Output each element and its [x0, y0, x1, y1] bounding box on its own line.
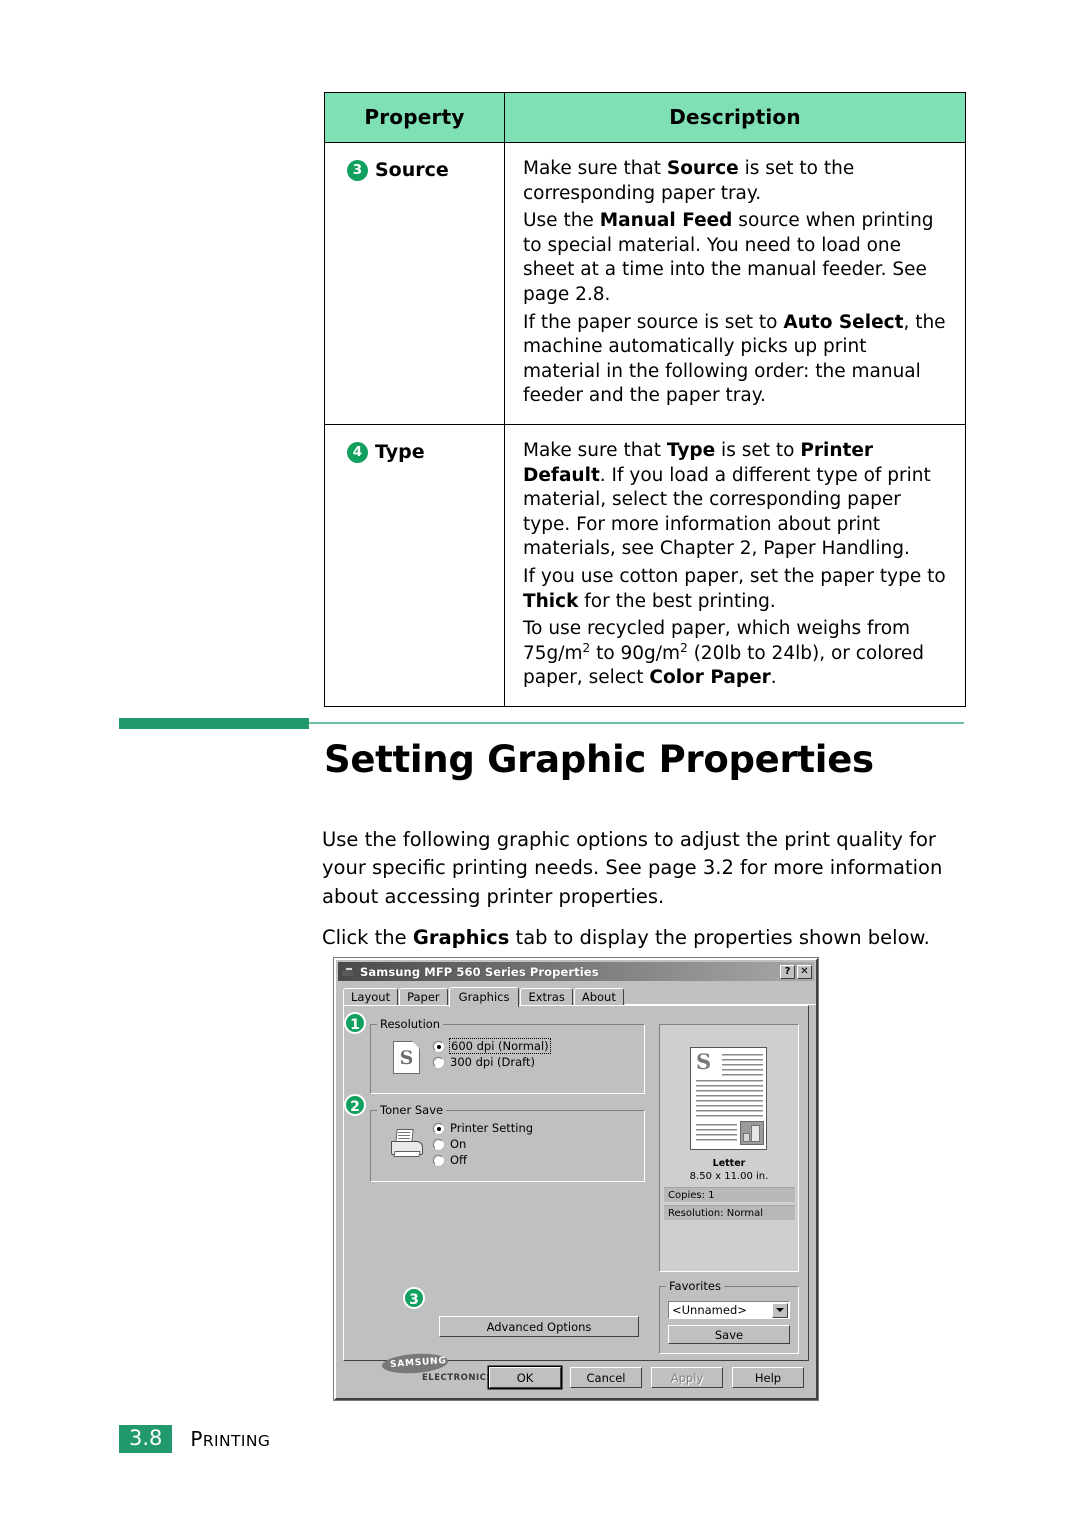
resolution-group: Resolution S 600 dpi (Normal) 300 dpi (Dr…: [370, 1017, 645, 1094]
printer-properties-dialog: Samsung MFP 560 Series Properties ? ✕ La…: [334, 958, 818, 1400]
apply-button: Apply: [651, 1366, 723, 1388]
column-header-description: Description: [504, 92, 966, 143]
radio-button-icon[interactable]: [433, 1138, 444, 1150]
favorites-selected-value: <Unnamed>: [672, 1303, 747, 1317]
dialog-titlebar: Samsung MFP 560 Series Properties ? ✕: [338, 962, 814, 981]
heading-rule: [119, 718, 964, 730]
column-header-property: Property: [324, 92, 505, 143]
page-title: Setting Graphic Properties: [324, 738, 874, 781]
favorites-group-label: Favorites: [666, 1279, 724, 1293]
callout-marker-3: 3: [403, 1287, 425, 1309]
tab-paper[interactable]: Paper: [399, 988, 448, 1005]
page-number: 3.8: [119, 1425, 173, 1453]
tab-graphics[interactable]: Graphics: [448, 987, 520, 1007]
property-cell: 3 Source: [324, 142, 505, 425]
close-icon[interactable]: ✕: [797, 964, 812, 979]
radio-button-icon[interactable]: [433, 1056, 444, 1068]
preview-paper-name: Letter: [712, 1158, 746, 1169]
preview-page: S: [690, 1047, 767, 1150]
table-row: 3 Source Make sure that Source is set to t…: [324, 142, 966, 425]
save-favorite-button[interactable]: Save: [668, 1325, 790, 1344]
favorites-group: Favorites <Unnamed> Save: [659, 1279, 799, 1354]
preview-paper-dimensions: 8.50 x 11.00 in.: [689, 1171, 769, 1182]
description-paragraph: If you use cotton paper, set the paper t…: [523, 565, 946, 612]
tab-strip-filler: [624, 988, 816, 1005]
dialog-title: Samsung MFP 560 Series Properties: [360, 964, 599, 979]
description-cell: Make sure that Type is set to Printer De…: [504, 423, 966, 707]
toner-save-option-label: Printer Setting: [450, 1121, 534, 1135]
help-icon[interactable]: ?: [780, 964, 795, 979]
footer-section-label: PRINTING: [190, 1427, 271, 1451]
description-paragraph: Make sure that Source is set to the corr…: [523, 158, 855, 204]
description-paragraph: If the paper source is set to Auto Selec…: [523, 311, 946, 407]
resolution-option[interactable]: 300 dpi (Draft): [433, 1055, 550, 1069]
heading-rule-thin: [309, 722, 964, 724]
cancel-button[interactable]: Cancel: [570, 1366, 642, 1388]
tab-about[interactable]: About: [573, 988, 624, 1005]
toner-save-option-label: On: [450, 1137, 467, 1151]
radio-button-icon[interactable]: [433, 1154, 444, 1166]
page-footer: 3.8 PRINTING: [119, 1425, 270, 1453]
preview-resolution: Resolution: Normal: [664, 1205, 795, 1220]
description-paragraph: Use the Manual Feed source when printing…: [523, 210, 934, 305]
chevron-down-icon[interactable]: [772, 1302, 788, 1318]
description-paragraph: To use recycled paper, which weighs from…: [523, 618, 925, 689]
description-paragraph: Make sure that Type is set to Printer De…: [523, 439, 931, 560]
tab-layout[interactable]: Layout: [343, 988, 399, 1005]
property-name: Source: [375, 159, 449, 181]
table-body: 3 Source Make sure that Source is set to t…: [324, 142, 966, 707]
radio-button-icon[interactable]: [433, 1122, 444, 1134]
resolution-option[interactable]: 600 dpi (Normal): [433, 1038, 551, 1054]
advanced-options-button[interactable]: Advanced Options: [439, 1316, 639, 1337]
titlebar-buttons: ? ✕: [780, 964, 812, 979]
preview-text-lines-bottom: [696, 1124, 737, 1144]
resolution-group-label: Resolution: [377, 1017, 444, 1031]
help-button[interactable]: Help: [732, 1366, 804, 1388]
resolution-option-label: 300 dpi (Draft): [450, 1055, 536, 1069]
tab-extras[interactable]: Extras: [520, 988, 573, 1005]
print-preview-pane: S Letter 8.50 x 11.00 in. Copies: 1 Reso…: [659, 1024, 799, 1272]
toner-save-option[interactable]: On: [433, 1137, 533, 1151]
property-number-badge: 3: [347, 160, 368, 181]
ok-button[interactable]: OK: [489, 1366, 561, 1388]
dialog-button-bar: OK Cancel Apply Help: [336, 1356, 816, 1398]
heading-rule-thick: [119, 718, 309, 729]
favorites-dropdown[interactable]: <Unnamed>: [668, 1301, 790, 1319]
radio-button-icon[interactable]: [433, 1040, 444, 1052]
toner-save-option[interactable]: Printer Setting: [433, 1121, 533, 1135]
preview-page-letter: S: [696, 1049, 712, 1074]
callout-marker-1: 1: [344, 1012, 366, 1034]
preview-copies: Copies: 1: [664, 1187, 795, 1202]
printer-icon: [341, 966, 356, 978]
property-number-badge: 4: [347, 441, 368, 463]
table-row: 4 Type Make sure that Type is set to Print…: [324, 423, 966, 707]
toner-save-group: Toner Save Printer Setting On Off: [370, 1103, 645, 1182]
description-cell: Make sure that Source is set to the corr…: [504, 142, 966, 425]
toner-save-option-label: Off: [450, 1153, 467, 1167]
callout-marker-2: 2: [344, 1094, 366, 1116]
resolution-options: 600 dpi (Normal) 300 dpi (Draft): [433, 1038, 551, 1071]
intro-paragraph: Use the following graphic options to adj…: [322, 828, 943, 908]
property-description-table: Property Description 3 Source Make sure th…: [324, 92, 966, 707]
toner-save-option[interactable]: Off: [433, 1153, 533, 1167]
property-name: Type: [375, 440, 425, 463]
preview-text-lines-mid: [696, 1080, 763, 1120]
tab-strip: Layout Paper Graphics Extras About: [343, 986, 816, 1007]
resolution-option-label: 600 dpi (Normal): [449, 1038, 551, 1054]
toner-printer-icon: [391, 1129, 425, 1159]
toner-save-options: Printer Setting On Off: [433, 1121, 533, 1169]
preview-text-lines-top: [722, 1054, 763, 1076]
preview-chart-graphic: [740, 1121, 764, 1145]
toner-save-group-label: Toner Save: [377, 1103, 447, 1117]
table-header-row: Property Description: [324, 92, 966, 143]
instruction-paragraph: Click the Graphics tab to display the pr…: [322, 926, 930, 949]
property-cell: 4 Type: [324, 423, 505, 707]
resolution-page-icon: S: [393, 1041, 420, 1074]
